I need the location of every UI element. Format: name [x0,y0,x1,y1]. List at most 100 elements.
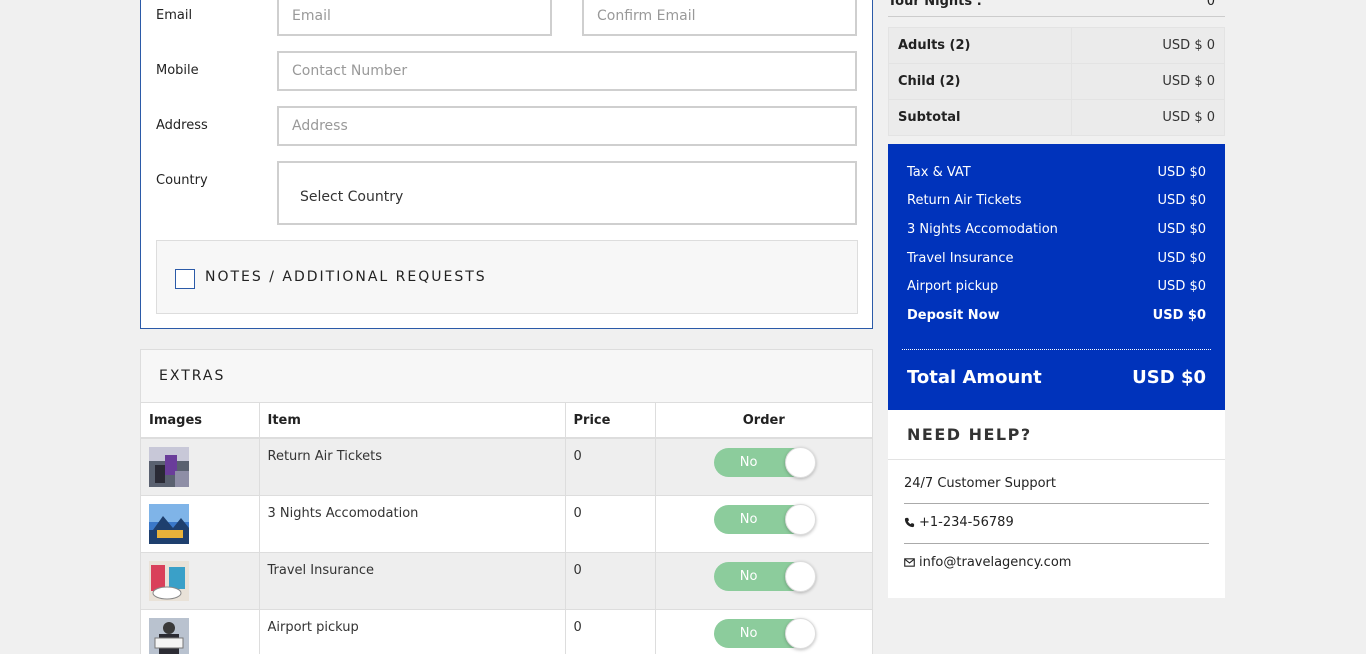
notes-section: NOTES / ADDITIONAL REQUESTS [156,240,858,314]
image-cell [141,438,260,496]
total-line: Total Amount USD $0 [907,367,1206,388]
summary-amount: USD $ 0 [1071,99,1225,136]
deposit-line: Deposit Now USD $0 [907,308,1206,323]
tour-nights-row: Tour Nights : 0 [888,0,1225,17]
order-cell: No [655,438,872,496]
price-cell: 0 [565,438,656,496]
breakdown-label: Airport pickup [907,279,999,294]
summary-row: Adults (2) USD $ 0 [888,27,1225,64]
image-cell [141,495,260,553]
breakdown-amount: USD $0 [1157,251,1206,266]
item-cell: Travel Insurance [259,552,566,610]
price-breakdown-box: Tax & VAT USD $0 Return Air Tickets USD … [888,144,1225,410]
notes-checkbox[interactable] [175,269,195,289]
breakdown-line: 3 Nights Accomodation USD $0 [907,222,1206,237]
breakdown-label: Travel Insurance [907,251,1014,266]
order-toggle[interactable]: No [713,617,816,649]
order-toggle[interactable]: No [713,447,816,478]
table-row: Airport pickup 0 No [141,609,872,654]
summary-amount: USD $ 0 [1071,27,1225,64]
order-cell: No [655,495,872,553]
confirm-email-input[interactable]: Confirm Email [582,0,857,36]
item-cell: Airport pickup [259,609,566,654]
table-row: Travel Insurance 0 No [141,552,872,610]
breakdown-label: Return Air Tickets [907,193,1022,208]
col-order: Order [655,403,872,439]
price-cell: 0 [565,609,656,654]
toggle-label: No [739,511,758,527]
insurance-photo-thumbnail [149,560,189,601]
summary-table: Adults (2) USD $ 0 Child (2) USD $ 0 Sub… [888,27,1225,136]
total-amount: USD $0 [1132,367,1206,388]
country-label: Country [156,173,208,188]
item-cell: 3 Nights Accomodation [259,495,566,553]
hotel-photo-thumbnail [149,503,189,544]
toggle-label: No [739,568,758,584]
price-cell: 0 [565,552,656,610]
order-cell: No [655,552,872,610]
phone-icon [904,517,915,528]
total-label: Total Amount [907,367,1042,388]
address-input[interactable]: Address [277,106,857,146]
breakdown-line: Airport pickup USD $0 [907,279,1206,294]
breakdown-label: 3 Nights Accomodation [907,222,1058,237]
divider [902,349,1211,350]
extras-panel: EXTRAS Images Item Price Order Return Ai… [140,349,873,654]
notes-label[interactable]: NOTES / ADDITIONAL REQUESTS [205,269,487,285]
summary-amount: USD $ 0 [1071,63,1225,100]
toggle-label: No [739,625,758,641]
price-cell: 0 [565,495,656,553]
address-label: Address [156,118,208,133]
phone-number[interactable]: +1-234-56789 [919,515,1014,530]
col-item: Item [259,403,566,439]
summary-label: Adults (2) [888,27,1072,64]
breakdown-amount: USD $0 [1157,279,1206,294]
tour-nights-label: Tour Nights : [888,0,982,9]
toggle-knob [784,447,816,478]
email-input[interactable]: Email [277,0,552,36]
airport-photo-thumbnail [149,447,189,487]
toggle-knob [784,503,816,535]
image-cell [141,609,260,654]
col-price: Price [565,403,656,439]
order-cell: No [655,609,872,654]
table-row: 3 Nights Accomodation 0 No [141,495,872,553]
order-toggle[interactable]: No [713,503,816,535]
help-panel: NEED HELP? 24/7 Customer Support +1-234-… [888,410,1225,598]
breakdown-amount: USD $0 [1157,165,1206,180]
tour-nights-value: 0 [1206,0,1215,9]
toggle-label: No [739,455,758,470]
breakdown-amount: USD $0 [1157,222,1206,237]
personal-details-panel: Email Email Confirm Email Mobile Contact… [140,0,873,329]
summary-label: Subtotal [888,99,1072,136]
item-cell: Return Air Tickets [259,438,566,496]
toggle-knob [784,617,816,649]
breakdown-line: Travel Insurance USD $0 [907,251,1206,266]
breakdown-line: Tax & VAT USD $0 [907,165,1206,180]
col-images: Images [141,403,260,439]
email-label: Email [156,8,193,23]
email-address[interactable]: info@travelagency.com [919,555,1071,570]
summary-label: Child (2) [888,63,1072,100]
country-select[interactable]: Select Country [277,161,857,225]
support-text: 24/7 Customer Support [904,476,1209,491]
pickup-photo-thumbnail [149,617,189,654]
table-row: Return Air Tickets 0 No [141,438,872,496]
summary-row: Child (2) USD $ 0 [888,63,1225,100]
extras-title: EXTRAS [141,350,872,403]
deposit-amount: USD $0 [1152,308,1206,323]
envelope-icon [904,558,915,567]
deposit-label: Deposit Now [907,308,1000,323]
summary-row: Subtotal USD $ 0 [888,99,1225,136]
email-line: info@travelagency.com [904,555,1209,570]
mobile-label: Mobile [156,63,199,78]
contact-number-input[interactable]: Contact Number [277,51,857,91]
order-toggle[interactable]: No [713,560,816,592]
help-title: NEED HELP? [888,410,1225,460]
toggle-knob [784,560,816,592]
image-cell [141,552,260,610]
breakdown-amount: USD $0 [1157,193,1206,208]
divider [904,503,1209,504]
breakdown-label: Tax & VAT [907,165,971,180]
support-label: 24/7 Customer Support [904,476,1056,491]
